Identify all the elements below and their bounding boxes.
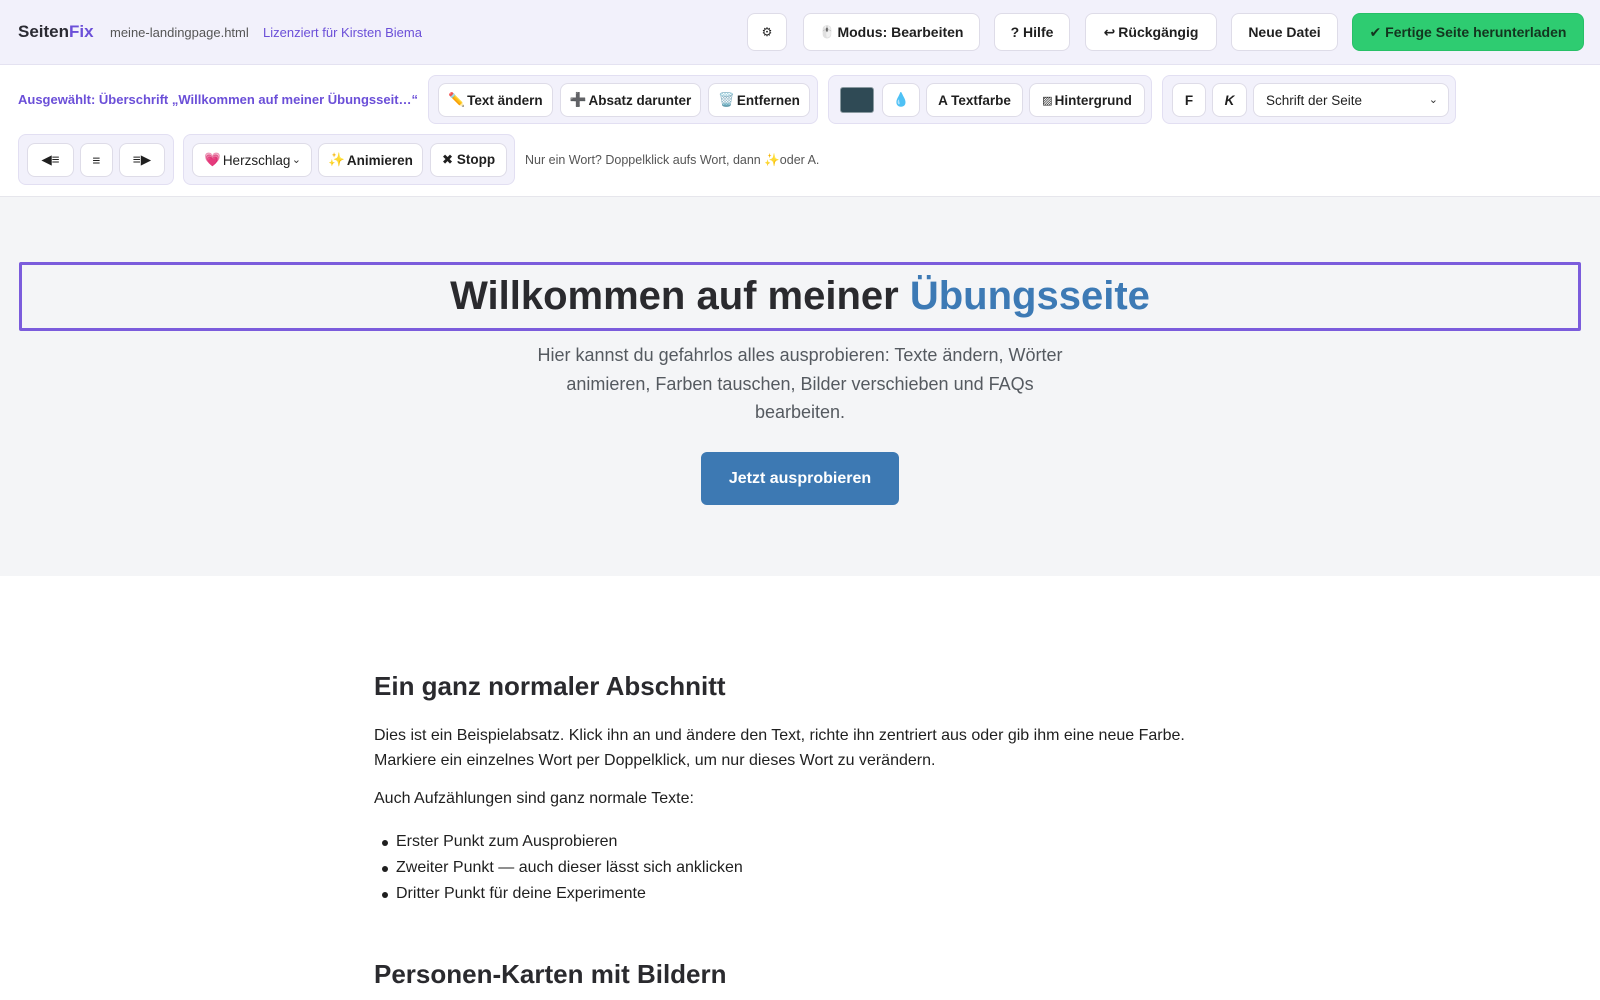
heart-icon: 💗: [204, 152, 221, 167]
remove-button[interactable]: 🗑️ Entfernen: [708, 83, 810, 117]
help-button[interactable]: ? Hilfe: [994, 13, 1070, 51]
font-group: F K Schrift der Seite ⌄: [1162, 75, 1456, 124]
droplet-icon: 💧: [892, 92, 910, 107]
bold-button[interactable]: F: [1172, 83, 1206, 117]
color-group: 💧 A Textfarbe ▨ Hintergrund: [828, 75, 1152, 124]
background-button[interactable]: ▨ Hintergrund: [1029, 83, 1145, 117]
chevron-down-icon: ⌄: [291, 154, 301, 166]
bullet-list: Erster Punkt zum Ausprobieren Zweiter Pu…: [374, 829, 743, 907]
selected-heading-frame[interactable]: Willkommen auf meiner Übungsseite: [19, 262, 1581, 331]
hero-title[interactable]: Willkommen auf meiner Übungsseite: [450, 274, 1150, 319]
section-paragraph[interactable]: Dies ist ein Beispielabsatz. Klick ihn a…: [374, 723, 1224, 773]
plus-icon: ➕: [569, 92, 587, 107]
trash-icon: 🗑️: [718, 92, 735, 107]
license-label: Lizenziert für Kirsten Biema: [263, 25, 422, 40]
cta-button[interactable]: Jetzt ausprobieren: [701, 452, 899, 505]
hero-section: Willkommen auf meiner Übungsseite Hier k…: [0, 197, 1600, 576]
eyedropper-button[interactable]: 💧: [882, 83, 920, 117]
add-paragraph-button[interactable]: ➕ Absatz darunter: [560, 83, 701, 117]
mode-button[interactable]: 🖱️ Modus: Bearbeiten: [803, 13, 980, 51]
top-bar: SeitenFix meine-landingpage.html Lizenzi…: [0, 0, 1600, 65]
mouse-icon: 🖱️: [819, 25, 835, 39]
animation-group: 💗 Herzschlag ⌄ ✨ Animieren ✖ Stopp: [183, 134, 515, 185]
italic-button[interactable]: K: [1212, 83, 1247, 117]
undo-label: Rückgängig: [1118, 24, 1199, 40]
gear-icon: ⚙: [761, 25, 773, 39]
download-button[interactable]: ✔ Fertige Seite herunterladen: [1352, 13, 1584, 51]
selected-element-label: Ausgewählt: Überschrift „Willkommen auf …: [18, 92, 419, 107]
pencil-icon: ✏️: [448, 92, 466, 107]
align-right-button[interactable]: ≡▶: [119, 143, 165, 177]
app-logo: SeitenFix: [18, 22, 94, 41]
mode-label: Modus: Bearbeiten: [837, 24, 964, 40]
edit-group: ✏️ Text ändern ➕ Absatz darunter 🗑️ Entf…: [428, 75, 818, 124]
align-group: ◀≡ ≡ ≡▶: [18, 134, 174, 185]
stop-button[interactable]: ✖ Stopp: [430, 143, 507, 177]
file-name: meine-landingpage.html: [110, 25, 249, 40]
settings-button[interactable]: ⚙: [747, 13, 787, 51]
text-color-button[interactable]: A Textfarbe: [926, 83, 1023, 117]
font-select[interactable]: Schrift der Seite ⌄: [1253, 83, 1449, 117]
align-left-button[interactable]: ◀≡: [27, 143, 74, 177]
align-center-button[interactable]: ≡: [80, 143, 113, 177]
editor-toolbar: Ausgewählt: Überschrift „Willkommen auf …: [0, 65, 1600, 197]
chevron-down-icon: ⌄: [1428, 94, 1438, 106]
undo-button[interactable]: ↩ Rückgängig: [1085, 13, 1217, 51]
list-item[interactable]: Zweiter Punkt — auch dieser lässt sich a…: [374, 855, 743, 881]
sparkles-icon: ✨: [328, 152, 345, 167]
edit-text-button[interactable]: ✏️ Text ändern: [438, 83, 553, 117]
list-item[interactable]: Erster Punkt zum Ausprobieren: [374, 829, 743, 855]
list-item[interactable]: Dritter Punkt für deine Experimente: [374, 881, 743, 907]
toolbar-hint: Nur ein Wort? Doppelklick aufs Wort, dan…: [525, 153, 820, 167]
section-heading[interactable]: Ein ganz normaler Abschnitt: [374, 671, 726, 702]
list-intro[interactable]: Auch Aufzählungen sind ganz normale Text…: [374, 790, 694, 808]
animation-select[interactable]: 💗 Herzschlag ⌄: [192, 143, 312, 177]
new-file-button[interactable]: Neue Datei: [1231, 13, 1338, 51]
pattern-icon: ▨: [1042, 94, 1053, 107]
people-cards-heading[interactable]: Personen-Karten mit Bildern: [374, 959, 727, 990]
hero-subtitle[interactable]: Hier kannst du gefahrlos alles ausprobie…: [520, 341, 1080, 427]
text-color-swatch[interactable]: [840, 87, 874, 113]
undo-icon: ↩: [1103, 23, 1116, 40]
animate-button[interactable]: ✨ Animieren: [318, 143, 423, 177]
